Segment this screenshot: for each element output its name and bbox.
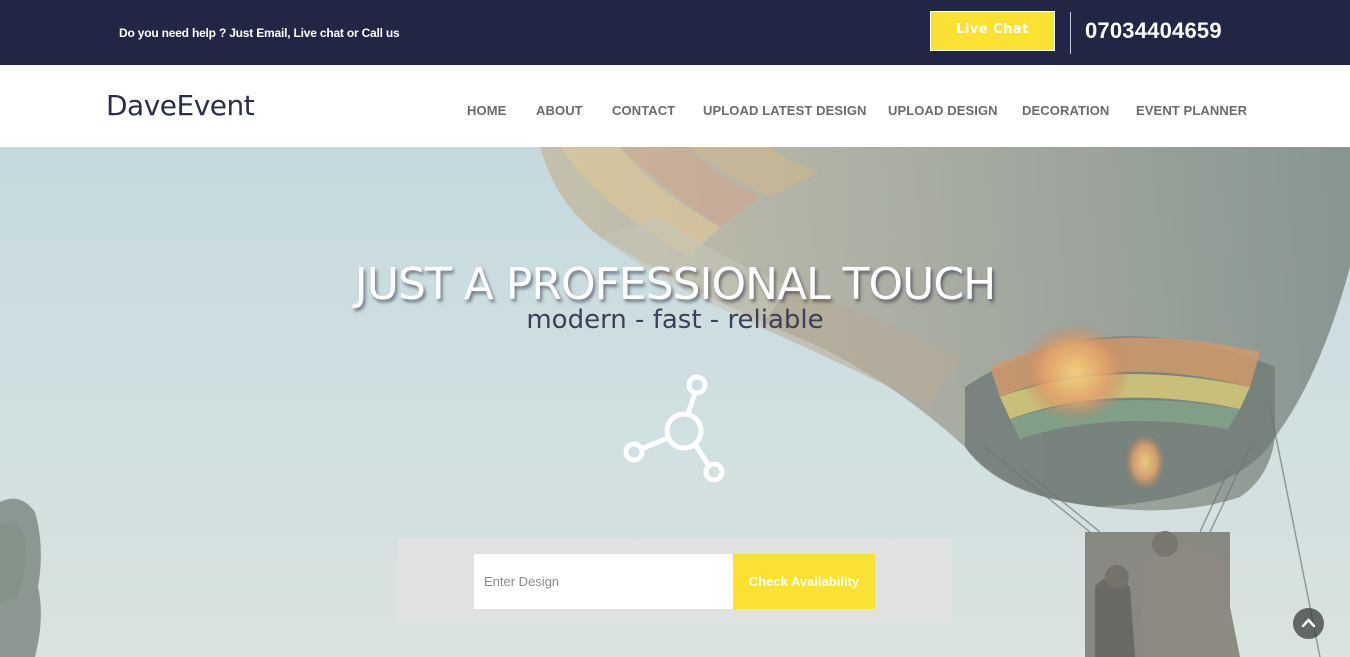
nav-upload-latest-design[interactable]: UPLOAD LATEST DESIGN <box>703 103 867 118</box>
nav-upload-design[interactable]: UPLOAD DESIGN <box>888 103 998 118</box>
nav-decoration[interactable]: DECORATION <box>1022 103 1109 118</box>
nav-home[interactable]: HOME <box>467 103 506 118</box>
check-availability-button[interactable]: Check Availability <box>733 554 875 609</box>
hero-section: JUST A PROFESSIONAL TOUCH modern - fast … <box>0 147 1350 657</box>
divider <box>1070 12 1071 54</box>
help-text: Do you need help ? Just Email, Live chat… <box>119 26 400 40</box>
share-nodes-icon <box>623 374 725 483</box>
top-bar: Do you need help ? Just Email, Live chat… <box>0 0 1350 65</box>
nav-contact[interactable]: CONTACT <box>612 103 675 118</box>
design-search-input[interactable] <box>474 554 733 609</box>
nav-event-planner[interactable]: EVENT PLANNER <box>1136 103 1247 118</box>
main-nav: HOME ABOUT CONTACT UPLOAD LATEST DESIGN … <box>0 103 1350 123</box>
site-header: DaveEvent HOME ABOUT CONTACT UPLOAD LATE… <box>0 65 1350 147</box>
design-search-panel: Check Availability <box>397 539 952 625</box>
phone-number[interactable]: 07034404659 <box>1085 18 1222 44</box>
nav-about[interactable]: ABOUT <box>536 103 583 118</box>
hero-headline: JUST A PROFESSIONAL TOUCH <box>354 259 996 310</box>
chevron-up-icon <box>1301 618 1316 628</box>
scroll-to-top-button[interactable] <box>1293 608 1324 639</box>
live-chat-button[interactable]: Live Chat <box>930 11 1055 51</box>
hero-tagline: modern - fast - reliable <box>526 305 824 335</box>
